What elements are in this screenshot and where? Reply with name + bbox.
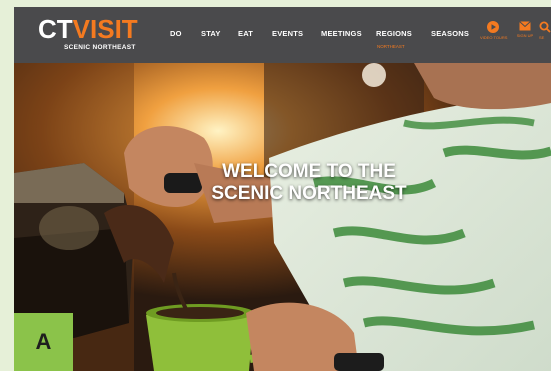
logo-visit-text: VISIT	[72, 14, 138, 44]
search-label: SE	[539, 35, 545, 40]
logo-ct-text: CT	[38, 14, 73, 44]
search-icon	[539, 21, 551, 33]
sign-up-button[interactable]: SIGN UP	[512, 21, 538, 38]
search-button[interactable]: SE	[539, 21, 551, 40]
hero-headline-line1: WELCOME TO THE	[222, 161, 396, 182]
nav-item-events[interactable]: EVENTS	[272, 29, 303, 38]
play-icon	[487, 21, 499, 33]
regions-current-label: NORTHEAST	[377, 44, 405, 49]
nav-item-seasons[interactable]: SEASONS	[431, 29, 469, 38]
video-tours-button[interactable]: VIDEO TOURS	[480, 21, 508, 40]
nav-item-meetings[interactable]: MEETINGS	[321, 29, 362, 38]
sign-up-label: SIGN UP	[516, 33, 534, 38]
ctvisit-logo[interactable]: CTVISIT SCENIC NORTHEAST	[38, 16, 150, 58]
nav-item-eat[interactable]: EAT	[238, 29, 253, 38]
hero-image	[14, 63, 551, 371]
nav-item-regions[interactable]: REGIONS	[376, 29, 412, 38]
figure-label-badge: A	[14, 313, 73, 371]
mail-icon	[519, 21, 531, 31]
logo-subtitle: SCENIC NORTHEAST	[64, 44, 136, 51]
website-screenshot: CTVISIT SCENIC NORTHEAST DO STAY EAT EVE…	[14, 7, 551, 371]
video-tours-label: VIDEO TOURS	[480, 35, 508, 40]
nav-item-stay[interactable]: STAY	[201, 29, 221, 38]
nav-item-do[interactable]: DO	[170, 29, 182, 38]
figure-label-letter: A	[35, 329, 52, 354]
hero-headline-line2: SCENIC NORTHEAST	[211, 183, 407, 204]
site-header: CTVISIT SCENIC NORTHEAST DO STAY EAT EVE…	[14, 7, 551, 63]
hero-headline: WELCOME TO THE SCENIC NORTHEAST	[174, 161, 444, 205]
